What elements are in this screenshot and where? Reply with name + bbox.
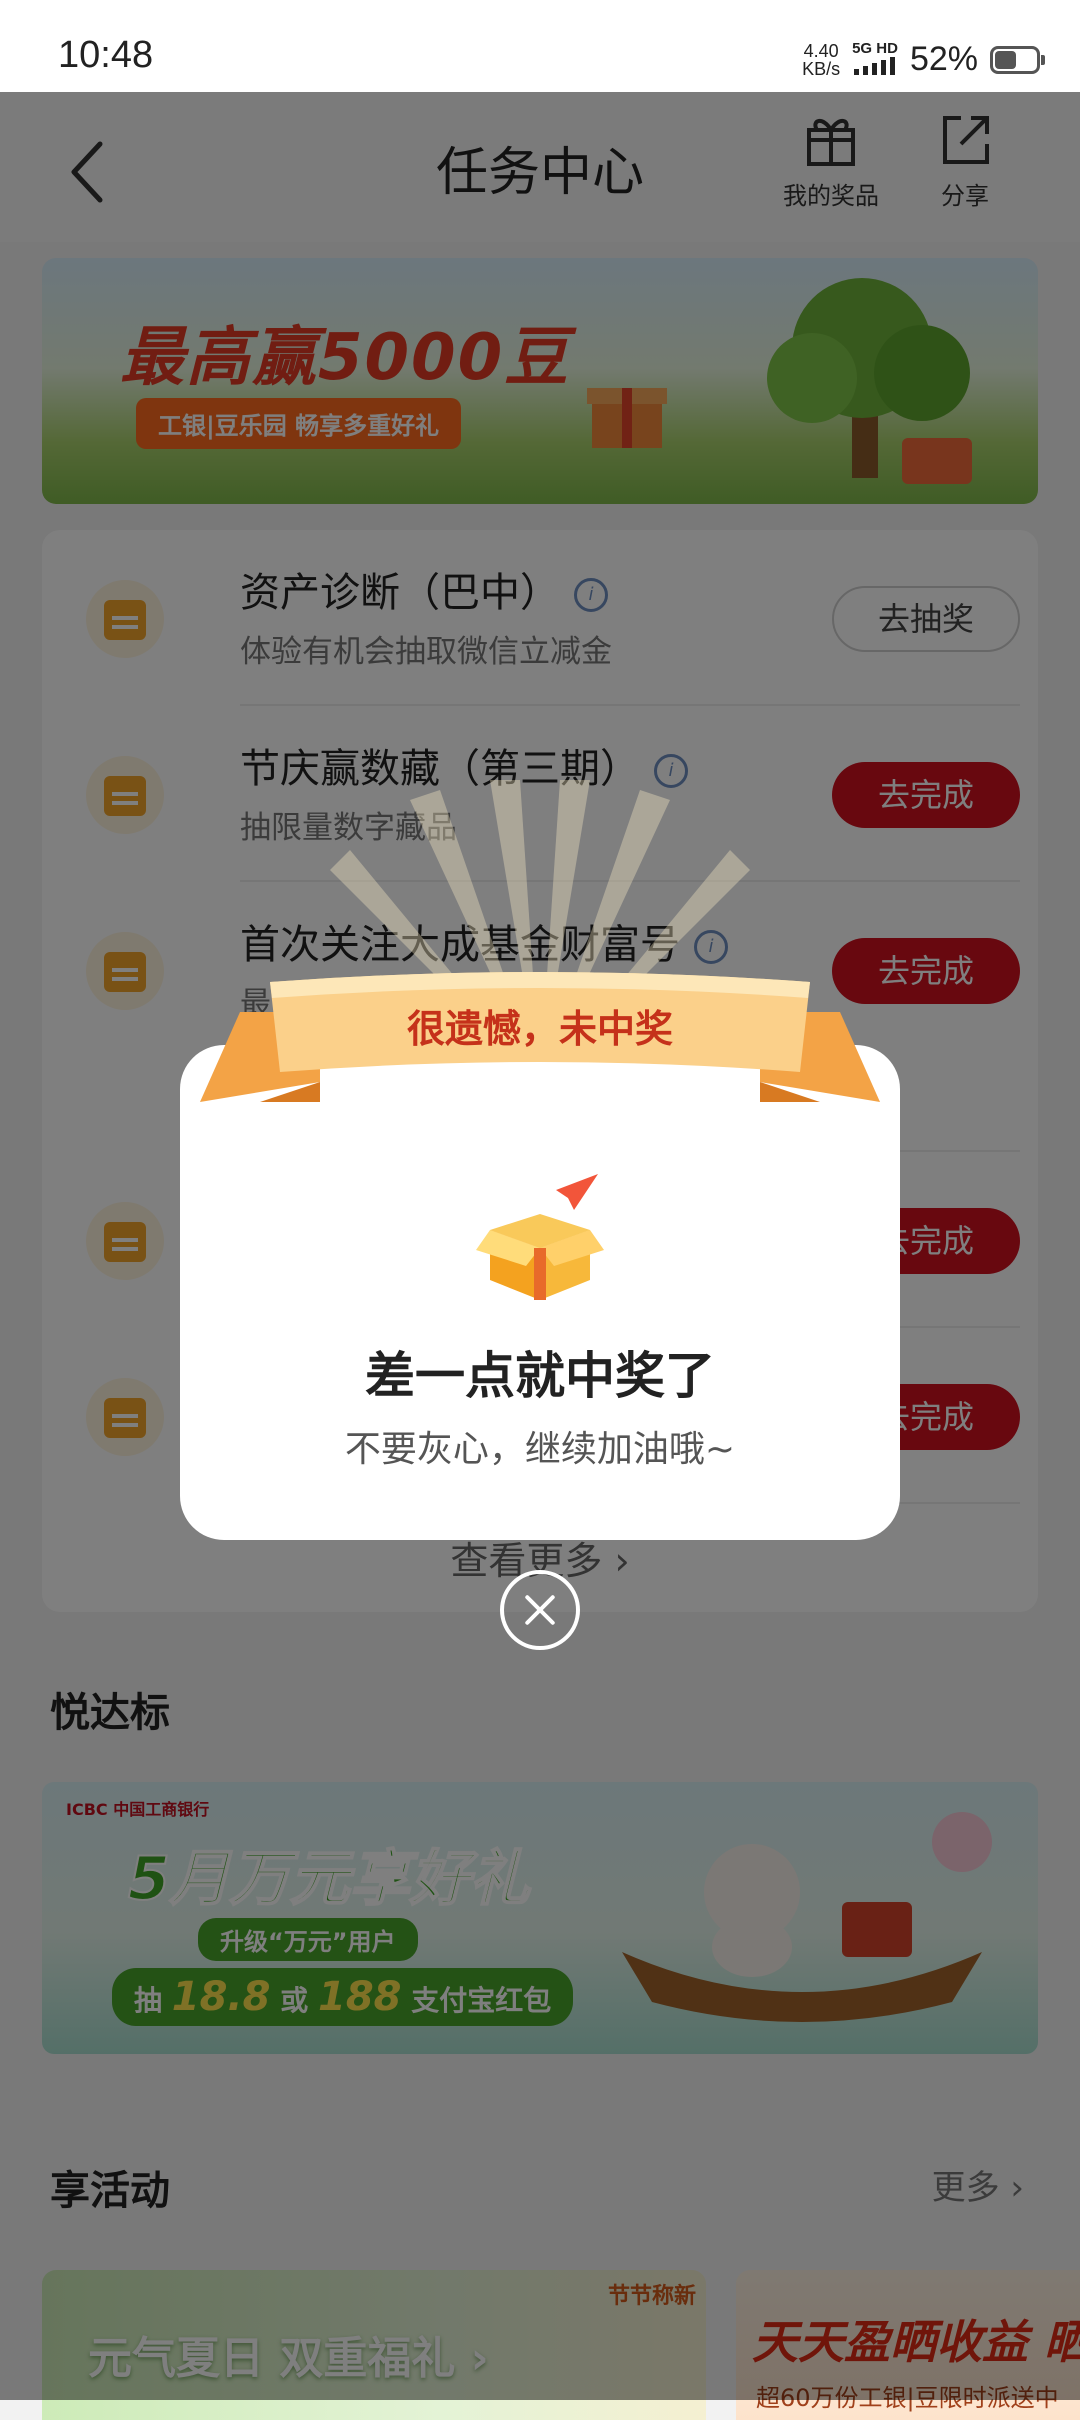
battery-icon (990, 45, 1045, 74)
result-ribbon: 很遗憾，未中奖 (200, 972, 880, 1122)
network-speed-value: 4.40 (803, 40, 839, 61)
status-right: 4.40 KB/s 5G HD 52% (802, 39, 1045, 79)
open-box-icon (476, 1174, 604, 1300)
result-dialog-subtitle: 不要灰心，继续加油哦~ (344, 1429, 736, 1470)
status-time: 10:48 (58, 34, 154, 76)
network-speed-unit: KB/s (802, 58, 841, 79)
battery-percent: 52% (909, 40, 978, 78)
status-bar: 10:48 4.40 KB/s 5G HD 52% (0, 0, 1080, 92)
result-dialog-title: 差一点就中奖了 (365, 1347, 715, 1405)
battery-fill (995, 50, 1016, 69)
signal-bars-icon (854, 56, 896, 75)
close-dialog-button[interactable] (500, 1570, 580, 1650)
result-ribbon-text: 很遗憾，未中奖 (406, 1007, 673, 1051)
network-speed: 4.40 KB/s (802, 42, 840, 78)
network-type: 5G HD (852, 39, 898, 57)
signal-indicator: 5G HD (852, 39, 898, 79)
